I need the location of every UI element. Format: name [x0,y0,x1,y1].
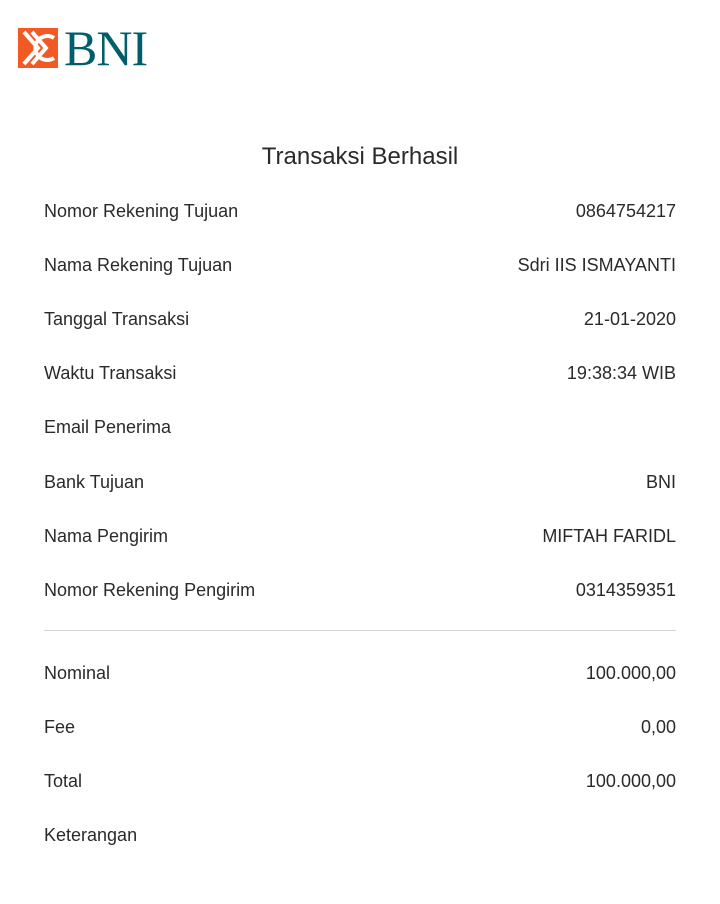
amount-value: 100.000,00 [585,662,676,683]
amount-label: Fee [44,716,76,737]
divider [44,630,676,631]
amount-row-total: Total 100.000,00 [44,754,676,808]
transaction-amounts: Nominal 100.000,00 Fee 0,00 Total 100.00… [44,646,676,863]
detail-label: Email Penerima [44,417,172,438]
amount-row-keterangan: Keterangan [44,809,676,863]
detail-row-nama-rekening-tujuan: Nama Rekening Tujuan Sdri IIS ISMAYANTI [44,238,676,292]
detail-label: Tanggal Transaksi [44,308,190,329]
detail-row-bank-tujuan: Bank Tujuan BNI [44,455,676,509]
detail-row-nomor-rekening-pengirim: Nomor Rekening Pengirim 0314359351 [44,563,676,617]
detail-label: Nama Pengirim [44,525,169,546]
amount-value: 0,00 [640,716,676,737]
detail-value: MIFTAH FARIDL [542,525,676,546]
amount-row-nominal: Nominal 100.000,00 [44,646,676,700]
detail-label: Waktu Transaksi [44,363,177,384]
detail-value: 0864754217 [575,200,676,221]
amount-label: Nominal [44,662,111,683]
detail-label: Nomor Rekening Pengirim [44,579,256,600]
transaction-details: Nomor Rekening Tujuan 0864754217 Nama Re… [44,184,676,618]
bni-logo-mark-icon [18,28,58,68]
detail-value: 0314359351 [575,579,676,600]
detail-value: BNI [645,471,676,492]
detail-value: Sdri IIS ISMAYANTI [517,254,676,275]
detail-row-waktu-transaksi: Waktu Transaksi 19:38:34 WIB [44,347,676,401]
detail-row-email-penerima: Email Penerima [44,401,676,455]
detail-label: Nama Rekening Tujuan [44,254,233,275]
detail-label: Nomor Rekening Tujuan [44,200,239,221]
detail-value: 21-01-2020 [583,308,676,329]
page-title: Transaksi Berhasil [261,143,459,170]
detail-value: 19:38:34 WIB [566,363,676,384]
bni-logo-text: BNI [64,20,148,76]
detail-row-nomor-rekening-tujuan: Nomor Rekening Tujuan 0864754217 [44,184,676,238]
amount-value: 100.000,00 [585,770,676,791]
detail-label: Bank Tujuan [44,471,145,492]
amount-label: Total [44,770,83,791]
amount-row-fee: Fee 0,00 [44,700,676,754]
bni-logo: BNI [18,20,148,76]
detail-row-tanggal-transaksi: Tanggal Transaksi 21-01-2020 [44,292,676,346]
detail-row-nama-pengirim: Nama Pengirim MIFTAH FARIDL [44,509,676,563]
amount-label: Keterangan [44,825,138,846]
